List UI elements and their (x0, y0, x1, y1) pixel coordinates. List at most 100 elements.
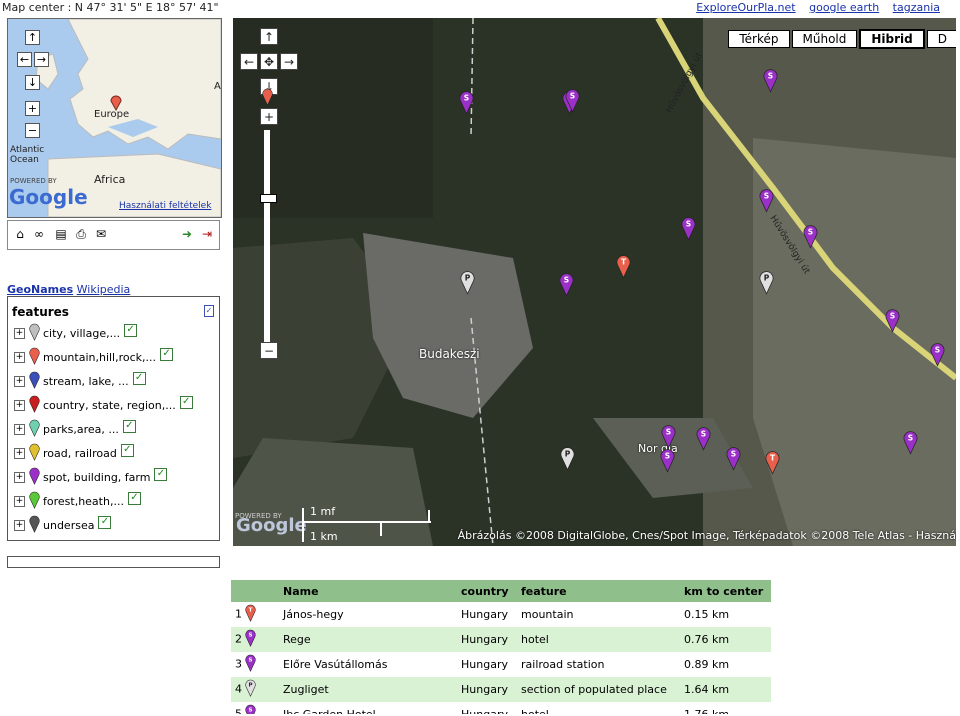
map-marker-icon[interactable]: S (930, 342, 945, 370)
tab-geonames[interactable]: GeoNames (7, 283, 73, 296)
overview-zoom-in-button[interactable]: + (25, 101, 40, 116)
document-icon[interactable]: ▤ (54, 227, 68, 241)
expand-icon[interactable]: + (14, 520, 25, 531)
row-marker-icon[interactable]: T (245, 604, 256, 625)
zoom-in-button[interactable]: + (260, 108, 278, 125)
map-marker-icon[interactable]: S (660, 448, 675, 476)
svg-text:S: S (731, 450, 736, 459)
map-marker-icon[interactable]: S (696, 426, 711, 454)
col-header-name[interactable]: Name (279, 580, 457, 602)
map-type-terrain-button[interactable]: D (926, 30, 956, 48)
feature-label: stream, lake, ... (43, 374, 129, 388)
row-marker-icon[interactable]: S (245, 629, 256, 650)
overview-zoom-out-button[interactable]: − (25, 123, 40, 138)
table-row[interactable]: 5SIbc Garden HotelHungaryhotel1.76 km (231, 702, 771, 714)
google-earth-link[interactable]: google earth (809, 1, 879, 14)
expand-icon[interactable]: + (14, 328, 25, 339)
map-marker-icon[interactable]: S (559, 272, 574, 300)
overview-pan-right-button[interactable]: → (34, 52, 49, 67)
table-row[interactable]: 1 T János-hegy Hungary mountain 0.15 km (231, 602, 771, 627)
features-toggle-icon[interactable]: ✓ (204, 305, 214, 317)
map-marker-icon[interactable]: S (565, 88, 580, 116)
map-marker-icon[interactable]: T (616, 254, 631, 282)
tab-wikipedia[interactable]: Wikipedia (77, 283, 131, 296)
pan-up-button[interactable]: ↑ (260, 28, 278, 45)
overview-pan-down-button[interactable]: ↓ (25, 75, 40, 90)
map-marker-icon[interactable] (262, 88, 273, 109)
satellite-imagery (233, 18, 956, 546)
map-marker-icon[interactable]: P (460, 270, 475, 298)
map-marker-icon[interactable]: S (903, 430, 918, 458)
overview-pan-up-button[interactable]: ↑ (25, 30, 40, 45)
feature-checkbox[interactable]: ✓ (160, 348, 174, 361)
main-map[interactable]: POWERED BY Google ↑ ← ✥ → ↓ + − Térkép Mű… (233, 18, 956, 546)
exit-icon[interactable]: ⇥ (200, 227, 214, 241)
row-marker-icon[interactable]: P (245, 679, 256, 700)
feature-checkbox[interactable]: ✓ (122, 420, 136, 433)
table-row[interactable]: 4 P Zugliget Hungary section of populated pl… (231, 677, 771, 702)
zoom-slider-track[interactable] (262, 130, 272, 342)
feature-row: + country, state, region,... ✓ (14, 395, 193, 415)
feature-checkbox[interactable]: ✓ (98, 516, 112, 529)
map-marker-icon[interactable]: S (681, 216, 696, 244)
feature-row: + forest,heath,... ✓ (14, 491, 141, 511)
google-logo: Google (9, 185, 88, 209)
row-marker-icon[interactable]: S (245, 704, 256, 714)
expand-icon[interactable]: + (14, 472, 25, 483)
map-marker-icon[interactable]: S (759, 188, 774, 216)
map-marker-icon[interactable]: S (726, 446, 741, 474)
feature-checkbox[interactable]: ✓ (120, 444, 134, 457)
tagzania-link[interactable]: tagzania (893, 1, 940, 14)
expand-icon[interactable]: + (14, 424, 25, 435)
exploreourplanet-link[interactable]: ExploreOurPla.net (696, 1, 795, 14)
expand-icon[interactable]: + (14, 376, 25, 387)
svg-text:S: S (564, 276, 569, 285)
feature-checkbox[interactable]: ✓ (132, 372, 146, 385)
map-type-map-button[interactable]: Térkép (728, 30, 790, 48)
zoom-out-button[interactable]: − (260, 342, 278, 359)
map-marker-icon[interactable]: T (765, 450, 780, 478)
feature-checkbox[interactable]: ✓ (179, 396, 193, 409)
pan-left-button[interactable]: ← (240, 53, 258, 70)
expand-icon[interactable]: + (14, 352, 25, 363)
expand-icon[interactable]: + (14, 400, 25, 411)
table-row[interactable]: 2 S Rege Hungary hotel 0.76 km (231, 627, 771, 652)
table-row[interactable]: 3 S Előre Vasútállomás Hungary railroad stat… (231, 652, 771, 677)
overview-pan-left-button[interactable]: ← (17, 52, 32, 67)
map-type-hybrid-button[interactable]: Hibrid (859, 29, 925, 49)
pan-center-button[interactable]: ✥ (260, 53, 278, 70)
map-marker-icon[interactable]: S (763, 68, 778, 96)
col-header-feature[interactable]: feature (517, 580, 680, 602)
feature-cell: mountain (517, 602, 680, 627)
map-marker-icon[interactable]: S (459, 90, 474, 118)
feature-checkbox[interactable]: ✓ (127, 492, 141, 505)
map-marker-icon[interactable]: P (759, 270, 774, 298)
print-icon[interactable]: ⎙ (74, 227, 88, 241)
col-header-country[interactable]: country (457, 580, 517, 602)
map-marker-icon[interactable]: S (803, 224, 818, 252)
feature-checkbox[interactable]: ✓ (124, 324, 138, 337)
pan-right-button[interactable]: → (280, 53, 298, 70)
forward-icon[interactable]: ➜ (180, 227, 194, 241)
expand-icon[interactable]: + (14, 448, 25, 459)
zoom-slider-handle[interactable] (260, 194, 277, 203)
google-logo-main: Google (236, 515, 307, 536)
svg-text:S: S (686, 220, 691, 229)
map-marker-icon[interactable]: S (885, 308, 900, 336)
feature-row: + mountain,hill,rock,... ✓ (14, 347, 174, 368)
terms-link[interactable]: Használati feltételek (119, 201, 211, 211)
feature-marker-icon (29, 347, 40, 368)
home-icon[interactable]: ⌂ (13, 227, 27, 241)
col-header-km[interactable]: km to center (680, 580, 771, 602)
link-icon[interactable]: ∞ (32, 227, 46, 241)
svg-text:P: P (764, 274, 770, 283)
map-type-satellite-button[interactable]: Műhold (791, 30, 858, 48)
overview-map[interactable]: ↑ ← → ↓ + − Europe Atlantic Ocean Africa… (7, 18, 222, 218)
expand-icon[interactable]: + (14, 496, 25, 507)
mail-icon[interactable]: ✉ (94, 227, 108, 241)
svg-text:S: S (666, 428, 671, 437)
row-marker-icon[interactable]: S (245, 654, 256, 675)
feature-checkbox[interactable]: ✓ (154, 468, 168, 481)
name-cell: Rege (279, 627, 457, 652)
map-marker-icon[interactable]: P (560, 446, 575, 474)
